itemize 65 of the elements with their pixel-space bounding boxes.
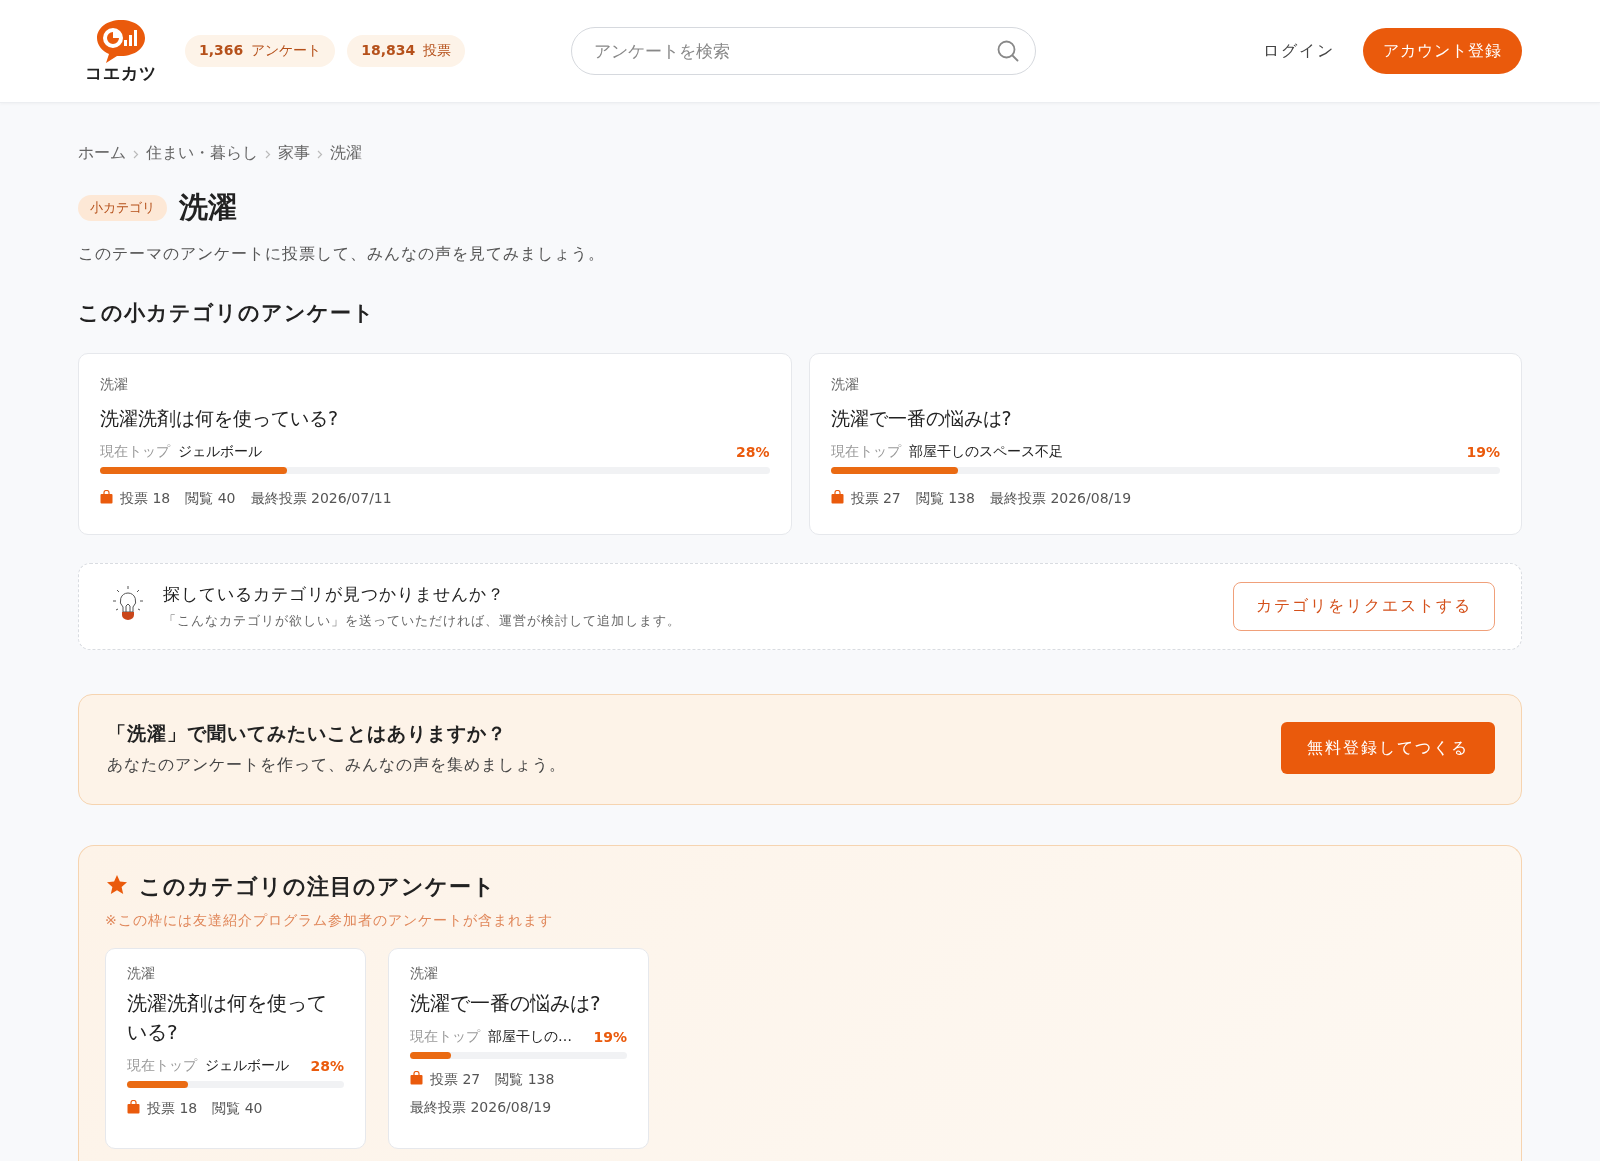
- view-count: 閲覧 40: [185, 489, 236, 508]
- top-label: 現在トップ: [830, 442, 901, 461]
- breadcrumb-link[interactable]: 家事: [278, 143, 310, 164]
- featured-note: ※この枠には友達紹介プログラム参加者のアンケートが含まれます: [105, 911, 554, 930]
- top-choice: 部屋干しの…: [488, 1027, 572, 1046]
- view-count: 閲覧 40: [212, 1099, 263, 1118]
- survey-question: 洗濯で一番の悩みは?: [410, 989, 602, 1017]
- featured-title: このカテゴリの注目のアンケート: [139, 872, 496, 901]
- request-category-button[interactable]: カテゴリをリクエストする: [1233, 581, 1495, 631]
- category-badge: 小カテゴリ: [78, 195, 167, 221]
- ballot-box-icon: [830, 490, 844, 507]
- survey-question: 洗濯で一番の悩みは?: [830, 406, 1013, 431]
- page-description: このテーマのアンケートに投票して、みんなの声を見てみましょう。: [78, 244, 606, 265]
- logo-text: コエカツ: [85, 61, 157, 85]
- top-label: 現在トップ: [410, 1027, 480, 1046]
- login-link[interactable]: ログイン: [1263, 40, 1335, 62]
- last-vote-date: 最終投票 2026/07/11: [250, 489, 392, 508]
- top-choice: ジェルボール: [178, 442, 262, 461]
- survey-question: 洗濯洗剤は何を使っている?: [127, 989, 328, 1046]
- vote-count: 投票 18: [147, 1099, 198, 1118]
- ballot-box-icon: [410, 1071, 423, 1088]
- survey-question: 洗濯洗剤は何を使っている?: [100, 406, 340, 431]
- cta-title: 「洗濯」で聞いてみたいことはありますか？: [107, 720, 508, 746]
- view-count: 閲覧 138: [495, 1070, 555, 1089]
- request-text: 「こんなカテゴリが欲しい」を送っていただければ、運営が検討して追加します。: [163, 611, 682, 630]
- card-category: 洗濯: [830, 376, 860, 394]
- stat-value: 18,834: [361, 42, 416, 60]
- card-category: 洗濯: [410, 964, 439, 983]
- vote-count: 投票 27: [850, 489, 901, 508]
- ballot-box-icon: [127, 1100, 140, 1117]
- breadcrumb-link[interactable]: ホーム: [78, 143, 126, 164]
- survey-card[interactable]: 洗濯 洗濯で一番の悩みは? 現在トップ 部屋干しの… 19% 投票 27 閲覧 138 最終投票 2026/08/19: [388, 947, 649, 1149]
- last-vote-date: 最終投票 2026/08/19: [410, 1098, 553, 1117]
- survey-card[interactable]: 洗濯 洗濯で一番の悩みは? 現在トップ 部屋干しのスペース不足 19% 投票 27 閲覧 138 最終投票 2026/08/19: [808, 353, 1522, 535]
- free-signup-button[interactable]: 無料登録してつくる: [1281, 722, 1495, 774]
- breadcrumb-link[interactable]: 住まい・暮らし: [146, 143, 258, 164]
- top-label: 現在トップ: [100, 442, 170, 461]
- logo-icon: [94, 17, 148, 64]
- percent-text: 19%: [1466, 443, 1500, 460]
- signup-button[interactable]: アカウント登録: [1363, 28, 1522, 74]
- vote-count: 投票 27: [430, 1070, 481, 1089]
- page-title: 洗濯: [179, 189, 237, 226]
- top-choice: ジェルボール: [205, 1056, 289, 1075]
- stat-label: 投票: [423, 42, 452, 60]
- survey-card[interactable]: 洗濯 洗濯洗剤は何を使っている? 現在トップ ジェルボール 28% 投票 18 閲覧 40: [105, 947, 366, 1149]
- breadcrumb-link[interactable]: 洗濯: [330, 143, 362, 164]
- card-category: 洗濯: [127, 964, 156, 983]
- cta-text: あなたのアンケートを作って、みんなの声を集めましょう。: [107, 754, 567, 776]
- survey-card[interactable]: 洗濯 洗濯洗剤は何を使っている? 現在トップ ジェルボール 28% 投票 18 閲覧 40 最終投票 2026/07/11: [78, 353, 792, 535]
- vote-count: 投票 18: [120, 489, 171, 508]
- search-field[interactable]: アンケートを検索: [571, 27, 1036, 75]
- stat-value: 1,366: [199, 42, 244, 60]
- section-title: この小カテゴリのアンケート: [78, 300, 376, 327]
- top-label: 現在トップ: [127, 1056, 197, 1075]
- view-count: 閲覧 138: [915, 489, 975, 508]
- card-category: 洗濯: [100, 376, 129, 394]
- stat-label: アンケート: [251, 42, 322, 60]
- percent-text: 28%: [310, 1057, 344, 1074]
- request-title: 探しているカテゴリが見つかりませんか？: [163, 582, 506, 606]
- percent-text: 28%: [736, 443, 770, 460]
- top-choice: 部屋干しのスペース不足: [908, 442, 1063, 461]
- ballot-box-icon: [100, 490, 113, 507]
- search-icon: [995, 39, 1020, 63]
- last-vote-date: 最終投票 2026/08/19: [989, 489, 1132, 508]
- percent-text: 19%: [593, 1028, 627, 1045]
